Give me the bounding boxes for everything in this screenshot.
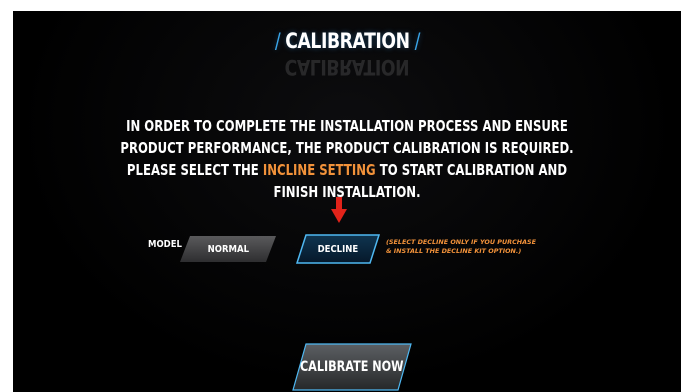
decline-model-button[interactable]: DECLINE [296, 234, 380, 264]
page-title-container: / CALIBRATION / [270, 29, 425, 53]
message-line-3-start: PLEASE SELECT THE [126, 161, 263, 179]
message-line-4: FINISH INSTALLATION. [273, 183, 421, 201]
decline-note-line-1: (SELECT DECLINE ONLY IF YOU PURCHASE [386, 238, 537, 246]
incline-setting-highlight: INCLINE SETTING [262, 161, 376, 179]
message-line-2: PRODUCT PERFORMANCE, THE PRODUCT CALIBRA… [120, 139, 574, 157]
decline-note: (SELECT DECLINE ONLY IF YOU PURCHASE & I… [386, 238, 536, 256]
normal-button-label: NORMAL [207, 243, 249, 255]
instruction-message: IN ORDER TO COMPLETE THE INSTALLATION PR… [13, 115, 681, 203]
page-title: CALIBRATION [284, 29, 410, 53]
title-reflection: CALIBRATION [13, 55, 681, 77]
page-header: / CALIBRATION / [13, 29, 681, 53]
model-label: MODEL [148, 239, 182, 250]
normal-model-button[interactable]: NORMAL [180, 236, 276, 262]
title-reflection-text: CALIBRATION [284, 55, 410, 77]
message-line-1: IN ORDER TO COMPLETE THE INSTALLATION PR… [126, 117, 568, 135]
title-slash-left: / [274, 29, 280, 53]
decline-button-label: DECLINE [317, 243, 359, 255]
calibration-screen: / CALIBRATION / CALIBRATION IN ORDER TO CO… [13, 11, 681, 392]
arrow-down-icon [331, 197, 347, 223]
decline-note-line-2: & INSTALL THE DECLINE KIT OPTION.) [386, 247, 522, 255]
calibrate-button-label-wrap: CALIBRATE NOW [292, 343, 412, 391]
message-line-3: PLEASE SELECT THE INCLINE SETTING TO STA… [86, 159, 607, 181]
calibrate-button-label: CALIBRATE NOW [300, 359, 404, 375]
calibrate-now-button[interactable]: CALIBRATE NOW [292, 343, 412, 391]
decline-button-label-wrap: DECLINE [296, 234, 380, 264]
message-line-3-end: TO START CALIBRATION AND [375, 161, 568, 179]
title-slash-right: / [414, 29, 420, 53]
